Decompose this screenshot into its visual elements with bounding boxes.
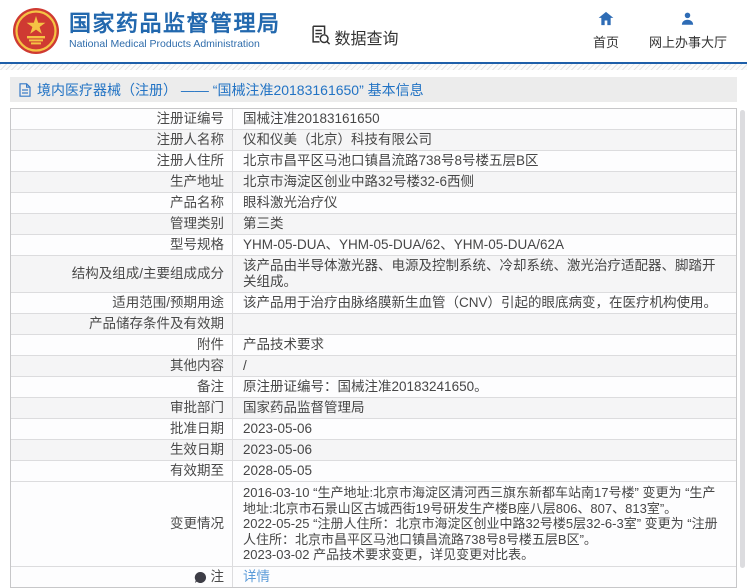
table-row: 注册人名称 仪和仪美（北京）科技有限公司 xyxy=(11,130,736,151)
field-value: 国家药品监督管理局 xyxy=(233,398,736,418)
detail-link[interactable]: 详情 xyxy=(243,569,270,585)
nav-home-label: 首页 xyxy=(593,32,619,51)
field-value: 仪和仪美（北京）科技有限公司 xyxy=(233,130,736,150)
data-query-section[interactable]: 数据查询 xyxy=(309,24,399,51)
nav-service-hall-label: 网上办事大厅 xyxy=(649,32,727,51)
field-label: 变更情况 xyxy=(11,482,233,566)
field-value: 眼科激光治疗仪 xyxy=(233,193,736,213)
field-label: 产品储存条件及有效期 xyxy=(11,314,233,334)
site-logo[interactable]: 国家药品监督管理局 National Medical Products Admi… xyxy=(12,7,281,55)
table-row: 注册证编号 国械注准20183161650 xyxy=(11,109,736,130)
table-row: 其他内容 / xyxy=(11,356,736,377)
field-label: 生产地址 xyxy=(11,172,233,192)
field-label: 其他内容 xyxy=(11,356,233,376)
header: 国家药品监督管理局 National Medical Products Admi… xyxy=(0,0,747,62)
field-value: 该产品由半导体激光器、电源及控制系统、冷却系统、激光治疗适配器、脚踏开关组成。 xyxy=(233,256,736,292)
field-label: 适用范围/预期用途 xyxy=(11,293,233,313)
field-label: 批准日期 xyxy=(11,419,233,439)
field-label: 审批部门 xyxy=(11,398,233,418)
field-label: 注册人名称 xyxy=(11,130,233,150)
field-value: 第三类 xyxy=(233,214,736,234)
field-value: 国械注准20183161650 xyxy=(233,109,736,129)
field-label: 注册人住所 xyxy=(11,151,233,171)
org-name-en: National Medical Products Administration xyxy=(69,39,281,50)
field-label: 型号规格 xyxy=(11,235,233,255)
org-name-block: 国家药品监督管理局 National Medical Products Admi… xyxy=(69,12,281,49)
breadcrumb: 境内医疗器械（注册） —— “国械注准20183161650” 基本信息 xyxy=(10,77,737,102)
field-value: 2023-05-06 xyxy=(233,419,736,439)
field-value: 2028-05-05 xyxy=(233,461,736,481)
table-row: 有效期至 2028-05-05 xyxy=(11,461,736,482)
field-label-note: 注 xyxy=(11,567,233,587)
table-row: 批准日期 2023-05-06 xyxy=(11,419,736,440)
header-nav: 首页 网上办事大厅 xyxy=(593,11,735,51)
field-label: 管理类别 xyxy=(11,214,233,234)
field-value: 该产品用于治疗由脉络膜新生血管（CNV）引起的眼底病变，在医疗机构使用。 xyxy=(233,293,736,313)
table-row: 生效日期 2023-05-06 xyxy=(11,440,736,461)
org-name-cn: 国家药品监督管理局 xyxy=(69,12,281,35)
table-row: 结构及组成/主要组成成分 该产品由半导体激光器、电源及控制系统、冷却系统、激光治… xyxy=(11,256,736,293)
field-label: 注册证编号 xyxy=(11,109,233,129)
document-search-icon xyxy=(309,24,331,51)
field-value: / xyxy=(233,356,736,376)
table-row-change-history: 变更情况 2016-03-10 “生产地址:北京市海淀区清河西三旗东新都车站南1… xyxy=(11,482,736,567)
field-value: YHM-05-DUA、YHM-05-DUA/62、YHM-05-DUA/62A xyxy=(233,235,736,255)
home-icon xyxy=(598,11,614,29)
field-label: 注 xyxy=(211,569,225,585)
table-row: 审批部门 国家药品监督管理局 xyxy=(11,398,736,419)
field-value: 原注册证编号：国械注准20183241650。 xyxy=(233,377,736,397)
table-row: 附件 产品技术要求 xyxy=(11,335,736,356)
hatch-band xyxy=(0,64,747,70)
table-row: 注册人住所 北京市昌平区马池口镇昌流路738号8号楼五层B区 xyxy=(11,151,736,172)
registration-info-table: 注册证编号 国械注准20183161650 注册人名称 仪和仪美（北京）科技有限… xyxy=(10,108,737,588)
field-value: 北京市海淀区创业中路32号楼32-6西侧 xyxy=(233,172,736,192)
table-row: 型号规格 YHM-05-DUA、YHM-05-DUA/62、YHM-05-DUA… xyxy=(11,235,736,256)
table-row: 备注 原注册证编号：国械注准20183241650。 xyxy=(11,377,736,398)
page-title: 境内医疗器械（注册） —— “国械注准20183161650” 基本信息 xyxy=(37,80,424,100)
field-value: 2023-05-06 xyxy=(233,440,736,460)
user-icon xyxy=(680,11,695,29)
table-row: 产品储存条件及有效期 xyxy=(11,314,736,335)
table-row: 生产地址 北京市海淀区创业中路32号楼32-6西侧 xyxy=(11,172,736,193)
field-value: 北京市昌平区马池口镇昌流路738号8号楼五层B区 xyxy=(233,151,736,171)
nav-home[interactable]: 首页 xyxy=(593,11,619,51)
document-icon xyxy=(19,83,31,97)
field-label: 结构及组成/主要组成成分 xyxy=(11,256,233,292)
national-emblem-icon xyxy=(12,7,60,55)
field-label: 附件 xyxy=(11,335,233,355)
table-row: 产品名称 眼科激光治疗仪 xyxy=(11,193,736,214)
field-value xyxy=(233,314,736,334)
field-label: 备注 xyxy=(11,377,233,397)
table-row: 适用范围/预期用途 该产品用于治疗由脉络膜新生血管（CNV）引起的眼底病变，在医… xyxy=(11,293,736,314)
scrollbar[interactable] xyxy=(740,110,745,568)
comment-icon xyxy=(194,571,207,584)
field-value: 2016-03-10 “生产地址:北京市海淀区清河西三旗东新都车站南17号楼” … xyxy=(233,482,736,566)
table-row-note: 注 详情 xyxy=(11,567,736,587)
table-row: 管理类别 第三类 xyxy=(11,214,736,235)
field-label: 生效日期 xyxy=(11,440,233,460)
data-query-label: 数据查询 xyxy=(335,25,399,49)
nav-service-hall[interactable]: 网上办事大厅 xyxy=(649,11,727,51)
field-label: 有效期至 xyxy=(11,461,233,481)
field-label: 产品名称 xyxy=(11,193,233,213)
field-value: 产品技术要求 xyxy=(233,335,736,355)
